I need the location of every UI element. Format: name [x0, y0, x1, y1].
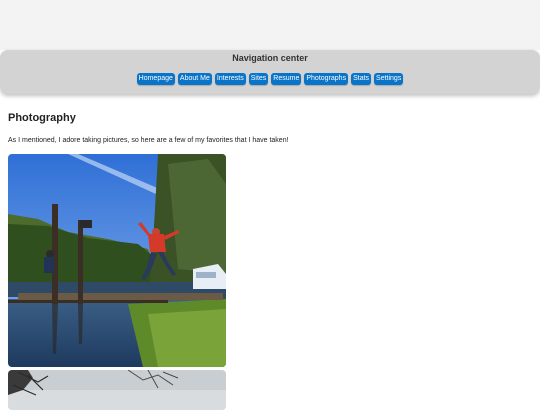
- nav-button-sites[interactable]: Sites: [248, 73, 269, 85]
- page-title: Photography: [8, 112, 76, 124]
- main-content: Photography As I mentioned, I adore taki…: [8, 112, 532, 144]
- nav-button-about-me[interactable]: About Me: [177, 73, 212, 85]
- nav-button-resume[interactable]: Resume: [271, 73, 302, 85]
- intro-text: As I mentioned, I adore taking pictures,…: [8, 137, 289, 144]
- top-band: [0, 0, 540, 50]
- nav-button-photographs[interactable]: Photographs: [304, 73, 349, 85]
- nav-button-group: Homepage About Me Interests Sites Resume…: [0, 73, 540, 85]
- nav-button-homepage[interactable]: Homepage: [136, 73, 175, 85]
- nav-button-interests[interactable]: Interests: [214, 73, 246, 85]
- nav-button-stats[interactable]: Stats: [351, 73, 372, 85]
- nav-button-settings[interactable]: Settings: [374, 73, 404, 85]
- photo-dock-jump: [8, 154, 226, 367]
- nav-title: Navigation center: [232, 53, 308, 63]
- navigation-bar: Navigation center Homepage About Me Inte…: [0, 50, 540, 94]
- photo-trees-sky: [8, 370, 226, 410]
